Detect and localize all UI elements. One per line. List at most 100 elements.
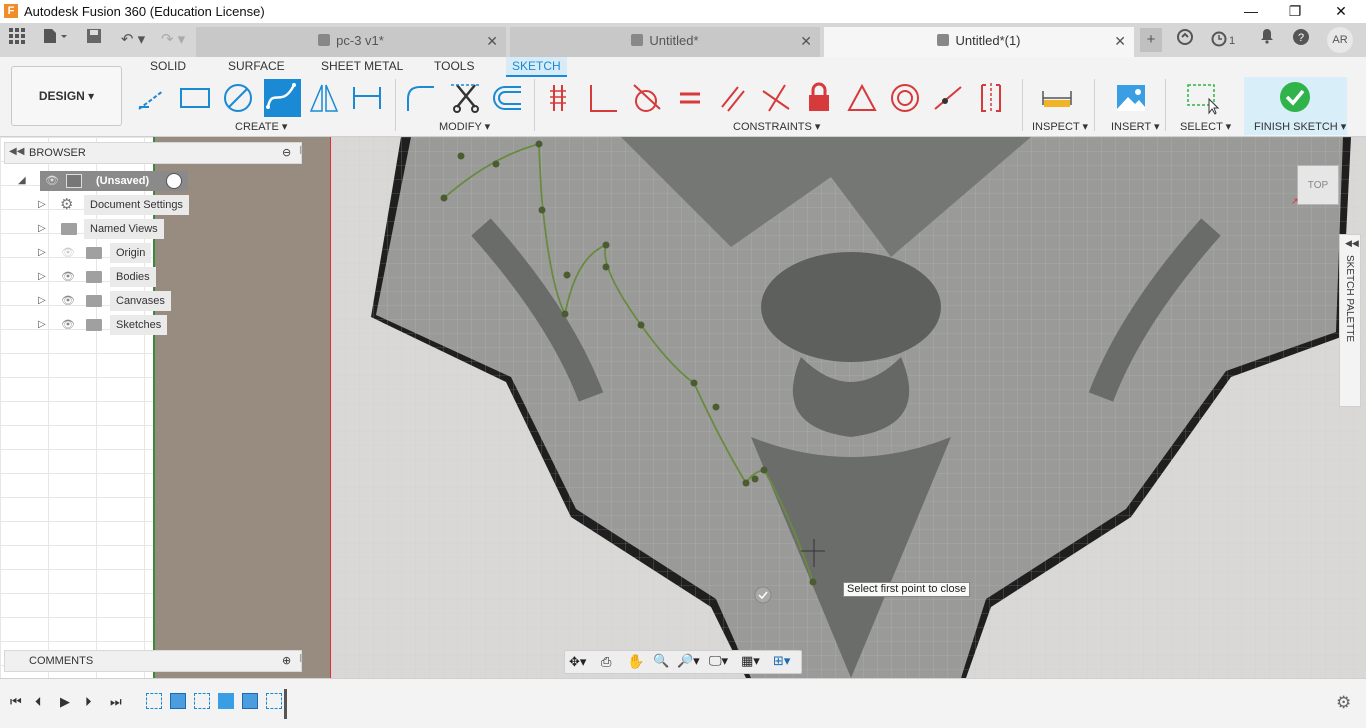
fix-unfix-lock-icon[interactable] [802, 81, 836, 115]
view-cube[interactable]: TOP [1297, 165, 1339, 205]
perpendicular-cross-constraint-icon[interactable] [759, 81, 793, 115]
horizontal-vertical-constraint-icon[interactable] [544, 81, 578, 115]
measure-ruler-icon[interactable] [1040, 81, 1074, 115]
tab-tools[interactable]: TOOLS [428, 57, 480, 77]
collapse-panel-icon[interactable]: ◀◀ [9, 146, 24, 157]
tab-sheet-metal[interactable]: SHEET METAL [315, 57, 409, 77]
notifications-bell-icon[interactable] [1256, 28, 1278, 52]
perpendicular-constraint-icon[interactable] [587, 81, 621, 115]
symmetry-constraint-icon[interactable] [974, 81, 1008, 115]
comments-panel-header[interactable]: COMMENTS ⊕ ‖ [4, 650, 304, 672]
inspect-group-label[interactable]: INSPECT ▾ [1032, 120, 1088, 133]
zoom-icon[interactable]: 🔍 [653, 653, 669, 669]
tab-untitled-1[interactable]: Untitled*(1) ✕ [824, 27, 1134, 57]
panel-grip-icon[interactable]: ‖ [299, 653, 304, 665]
hidden-eye-icon[interactable]: 👁 [61, 243, 75, 263]
timeline-marker[interactable] [284, 689, 287, 719]
collapse-triangle-icon[interactable]: ◢ [18, 171, 26, 191]
play-icon[interactable]: ▶ [60, 694, 70, 710]
viewports-icon[interactable]: ⊞▾ [773, 653, 790, 669]
display-settings-icon[interactable]: 🖵▾ [709, 653, 728, 669]
extensions-icon[interactable] [1174, 28, 1196, 52]
timeline-sketch-icon[interactable] [266, 693, 282, 709]
grid-settings-icon[interactable]: ▦▾ [741, 653, 760, 669]
coincident-constraint-icon[interactable] [931, 81, 965, 115]
dimension-tool-icon[interactable] [350, 81, 384, 115]
job-status-icon[interactable]: 1 [1208, 28, 1238, 52]
finish-sketch-button[interactable]: FINISH SKETCH ▾ [1244, 77, 1347, 135]
minimize-button[interactable]: — [1228, 0, 1274, 23]
parallel-constraint-icon[interactable] [716, 81, 750, 115]
timeline-extrude-icon[interactable] [242, 693, 258, 709]
expand-triangle-icon[interactable]: ▷ [38, 267, 46, 287]
add-comment-icon[interactable]: ⊕ [282, 654, 291, 667]
close-window-button[interactable]: ✕ [1318, 0, 1364, 23]
tab-surface[interactable]: SURFACE [222, 57, 291, 77]
concentric-constraint-icon[interactable] [888, 81, 922, 115]
workspace-switcher[interactable]: DESIGN ▾ [11, 66, 122, 126]
insert-group-label[interactable]: INSERT ▾ [1111, 120, 1160, 133]
visibility-eye-icon[interactable]: 👁 [61, 315, 75, 335]
modify-group-label[interactable]: MODIFY ▾ [439, 120, 490, 133]
visibility-eye-icon[interactable]: 👁 [61, 267, 75, 287]
go-to-start-icon[interactable]: ⏮ [10, 694, 22, 710]
midpoint-triangle-constraint-icon[interactable] [845, 81, 879, 115]
constraints-group-label[interactable]: CONSTRAINTS ▾ [733, 120, 820, 133]
file-menu-icon[interactable] [40, 28, 70, 52]
browser-item-origin[interactable]: ▷ 👁 Origin [0, 243, 200, 263]
undo-icon[interactable]: ↶ ▾ [116, 28, 150, 52]
browser-minimize-icon[interactable]: ⊖ [282, 146, 291, 159]
mirror-tool-icon[interactable] [307, 81, 341, 115]
expand-triangle-icon[interactable]: ▷ [38, 219, 46, 239]
activate-radio-icon[interactable] [166, 173, 182, 189]
expand-triangle-icon[interactable]: ▷ [38, 243, 46, 263]
new-tab-button[interactable]: + [1140, 28, 1162, 52]
step-forward-icon[interactable]: ⏵ [85, 694, 92, 710]
close-tab-icon[interactable]: ✕ [1114, 27, 1126, 55]
pan-hand-icon[interactable]: ✋ [627, 653, 644, 670]
tab-pc3[interactable]: pc-3 v1* ✕ [196, 27, 506, 57]
look-at-icon[interactable]: ⎙ [601, 654, 611, 670]
fillet-tool-icon[interactable] [404, 81, 438, 115]
tab-sketch[interactable]: SKETCH [506, 57, 567, 77]
line-tool-icon[interactable] [135, 81, 169, 115]
fit-zoom-icon[interactable]: 🔎▾ [677, 653, 700, 669]
insert-image-icon[interactable] [1114, 81, 1148, 115]
rectangle-tool-icon[interactable] [178, 81, 212, 115]
visibility-eye-icon[interactable]: 👁 [61, 291, 75, 311]
maximize-button[interactable]: ❐ [1272, 0, 1318, 23]
save-icon[interactable] [84, 28, 104, 52]
browser-item-named-views[interactable]: ▷ Named Views [0, 219, 200, 239]
timeline-sketch-icon[interactable] [146, 693, 162, 709]
tangent-constraint-icon[interactable] [630, 81, 664, 115]
close-tab-icon[interactable]: ✕ [486, 27, 498, 55]
equal-constraint-icon[interactable] [673, 81, 707, 115]
timeline-extrude-icon[interactable] [170, 693, 186, 709]
expand-triangle-icon[interactable]: ▷ [38, 291, 46, 311]
circle-tool-icon[interactable] [221, 81, 255, 115]
user-avatar[interactable]: AR [1327, 27, 1353, 53]
orbit-icon[interactable]: ✥▾ [569, 654, 586, 670]
apps-grid-icon[interactable] [6, 28, 28, 52]
browser-item-canvases[interactable]: ▷ 👁 Canvases [0, 291, 200, 311]
browser-root-row[interactable]: ◢ 👁 (Unsaved) [0, 171, 200, 191]
trim-scissors-icon[interactable] [449, 81, 483, 115]
spline-tool-icon[interactable] [264, 79, 301, 117]
sketch-palette-collapsed[interactable]: ◀◀ SKETCH PALETTE [1339, 234, 1361, 407]
timeline-settings-gear-icon[interactable]: ⚙ [1336, 693, 1351, 713]
panel-grip-icon[interactable]: ‖ [299, 145, 304, 157]
tab-solid[interactable]: SOLID [144, 57, 192, 77]
step-back-icon[interactable]: ⏴ [35, 694, 42, 710]
expand-triangle-icon[interactable]: ▷ [38, 195, 46, 215]
browser-item-sketches[interactable]: ▷ 👁 Sketches [0, 315, 200, 335]
help-icon[interactable]: ? [1290, 28, 1312, 52]
browser-item-document-settings[interactable]: ▷ ⚙ Document Settings [0, 195, 200, 215]
browser-item-bodies[interactable]: ▷ 👁 Bodies [0, 267, 200, 287]
window-select-icon[interactable] [1185, 81, 1220, 115]
timeline-sketch-icon[interactable] [194, 693, 210, 709]
redo-icon[interactable]: ↷ ▾ [156, 28, 190, 52]
expand-triangle-icon[interactable]: ▷ [38, 315, 46, 335]
tab-untitled[interactable]: Untitled* ✕ [510, 27, 820, 57]
visibility-eye-icon[interactable]: 👁 [45, 171, 59, 191]
timeline-canvas-icon[interactable] [218, 693, 234, 709]
